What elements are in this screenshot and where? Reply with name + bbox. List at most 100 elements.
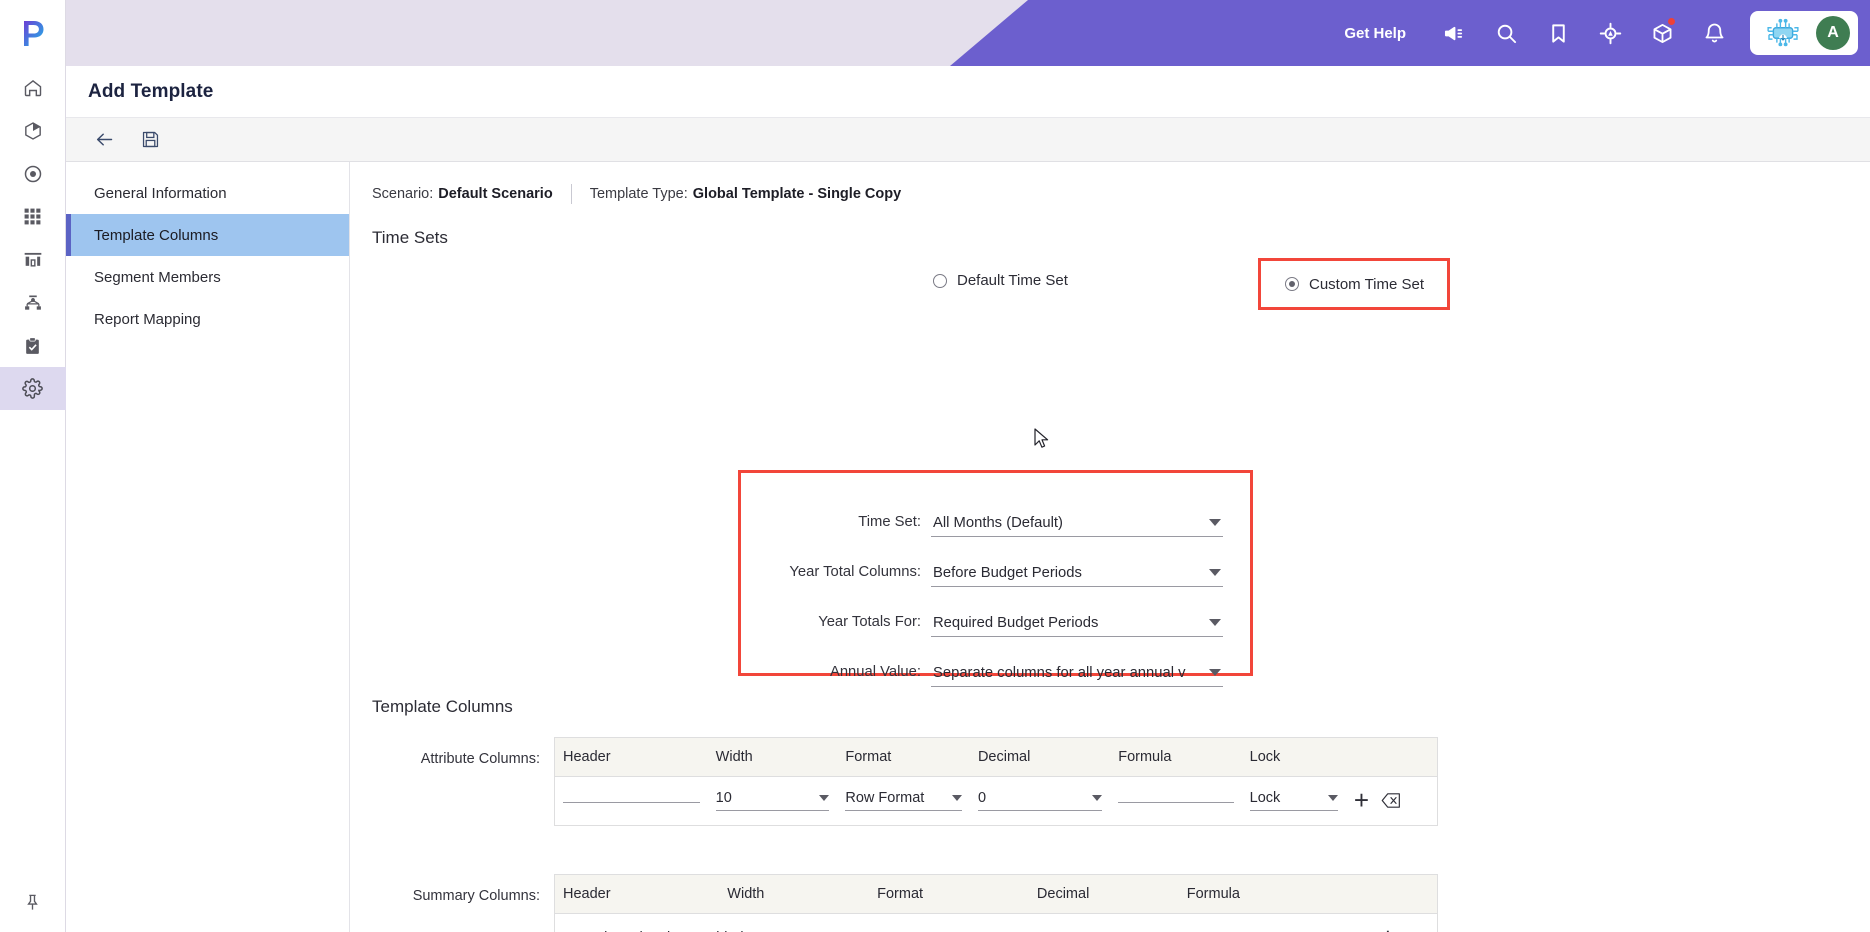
save-floppy-icon <box>142 131 158 148</box>
time-sets-heading: Time Sets <box>372 228 448 247</box>
attribute-columns-block: Attribute Columns: Header Width Format D… <box>350 737 1870 826</box>
left-icon-rail <box>0 0 66 932</box>
ai-chip-icon[interactable] <box>1762 16 1804 50</box>
time-set-value: All Months (Default) <box>933 515 1063 531</box>
sidebar-item-template-columns[interactable]: Template Columns <box>66 214 349 256</box>
lock-dropdown[interactable]: Lock <box>1249 790 1338 811</box>
col-header-format: Format <box>869 874 1029 914</box>
field-row-year-total-columns: Year Total Columns: Before Budget Period… <box>741 537 1250 587</box>
year-totals-for-value: Required Budget Periods <box>933 615 1099 631</box>
format-value: Row Format <box>845 789 925 806</box>
sidebar-item-report-mapping[interactable]: Report Mapping <box>66 298 349 340</box>
cell-decimal: 0 <box>970 777 1110 826</box>
hierarchy-icon <box>24 295 41 310</box>
header-input[interactable] <box>563 798 700 803</box>
cube-icon <box>24 121 41 140</box>
compass-button[interactable] <box>1584 0 1636 66</box>
year-totals-for-label: Year Totals For: <box>818 614 921 630</box>
announcement-icon <box>1444 26 1462 40</box>
sidebar-item-segment-members[interactable]: Segment Members <box>66 256 349 298</box>
chevron-down-icon <box>819 794 830 801</box>
bell-icon <box>1705 23 1723 42</box>
sidebar-item-reports[interactable] <box>0 238 66 281</box>
scenario-value: Default Scenario <box>438 186 553 202</box>
search-icon <box>1497 24 1516 43</box>
sidebar-item-grid[interactable] <box>0 195 66 238</box>
year-total-columns-dropdown[interactable]: Before Budget Periods <box>931 565 1223 587</box>
year-total-columns-value: Before Budget Periods <box>933 565 1082 581</box>
time-set-dropdown[interactable]: All Months (Default) <box>931 515 1223 537</box>
annual-value-label: Annual Value: <box>829 664 921 680</box>
radio-default-indicator <box>933 273 947 288</box>
col-header-formula: Formula <box>1178 874 1339 914</box>
sidebar-item-settings[interactable] <box>0 367 66 410</box>
radio-custom-label: Custom Time Set <box>1309 275 1425 293</box>
field-row-annual-value: Annual Value: Separate columns for all y… <box>741 637 1250 687</box>
app-logo[interactable] <box>0 0 66 66</box>
sidebar-item-models[interactable] <box>0 109 66 152</box>
summary-columns-table: Header Width Format Decimal Formula <box>554 874 1438 932</box>
format-dropdown[interactable]: Row Format <box>845 790 962 811</box>
sidebar-item-home[interactable] <box>0 66 66 109</box>
summary-actions-cell: + <box>1339 914 1438 932</box>
sidebar-item-tasks[interactable] <box>0 324 66 367</box>
cell-header <box>555 777 708 826</box>
announcement-button[interactable] <box>1428 0 1480 66</box>
body-area: General Information Template Columns Seg… <box>66 162 1870 932</box>
grid-icon <box>24 208 41 225</box>
decimal-dropdown[interactable]: 0 <box>977 790 1103 811</box>
cell-format: Row Format <box>837 777 970 826</box>
user-pill[interactable]: A <box>1750 11 1858 55</box>
get-help-button[interactable]: Get Help <box>1322 25 1428 42</box>
width-dropdown[interactable]: 10 <box>715 790 830 811</box>
col-header-actions <box>1338 874 1438 914</box>
year-totals-for-dropdown[interactable]: Required Budget Periods <box>931 615 1223 637</box>
add-summary-column-button[interactable]: + <box>1380 922 1395 932</box>
back-arrow-icon <box>96 133 112 146</box>
table-header-row: Header Width Format Decimal Formula Lock <box>554 737 1438 777</box>
back-button[interactable] <box>84 123 124 157</box>
sidebar-item-target[interactable] <box>0 152 66 195</box>
clipboard-check-icon <box>26 336 39 354</box>
sidebar-item-hierarchy[interactable] <box>0 281 66 324</box>
radio-custom-time-set-highlight[interactable]: Custom Time Set <box>1258 258 1450 310</box>
summary-columns-label: Summary Columns: <box>412 888 540 904</box>
bookmark-button[interactable] <box>1532 0 1584 66</box>
p-logo-icon <box>23 21 43 46</box>
save-button[interactable] <box>130 123 170 157</box>
annual-value-dropdown[interactable]: Separate columns for all year annual v <box>931 665 1223 687</box>
cell-formula <box>1110 777 1241 826</box>
col-header-decimal: Decimal <box>1028 874 1179 914</box>
nav-label: Segment Members <box>94 268 221 286</box>
chevron-down-icon <box>1209 568 1221 576</box>
formula-input[interactable] <box>1118 798 1234 803</box>
delete-attribute-column-button[interactable] <box>1381 792 1401 809</box>
home-icon <box>24 79 41 96</box>
col-header-decimal: Decimal <box>969 737 1111 777</box>
cell-width: 10 <box>708 777 838 826</box>
bar-chart-icon <box>24 252 41 267</box>
attribute-columns-label: Attribute Columns: <box>420 751 540 767</box>
template-side-nav: General Information Template Columns Seg… <box>66 162 350 932</box>
content-panel: Scenario: Default Scenario Template Type… <box>350 162 1870 932</box>
notifications-button[interactable] <box>1688 0 1740 66</box>
row-action-group: + <box>1354 787 1429 813</box>
cell-lock: Lock <box>1242 777 1346 826</box>
chevron-down-icon <box>1209 668 1221 676</box>
chevron-down-icon <box>1209 618 1221 626</box>
template-type-label: Template Type: <box>589 186 688 202</box>
year-total-columns-label: Year Total Columns: <box>789 564 921 580</box>
col-header-header: Header <box>554 737 708 777</box>
avatar[interactable]: A <box>1816 16 1850 50</box>
pin-menu-button[interactable] <box>0 872 66 932</box>
add-attribute-column-button[interactable]: + <box>1354 787 1369 813</box>
package-button[interactable] <box>1636 0 1688 66</box>
search-button[interactable] <box>1480 0 1532 66</box>
col-header-lock: Lock <box>1241 737 1346 777</box>
radio-default-time-set[interactable]: Default Time Set <box>933 272 1068 289</box>
table-row-empty: No Column has been added. + <box>555 914 1438 932</box>
sidebar-item-general-information[interactable]: General Information <box>66 172 349 214</box>
chevron-down-icon <box>1209 518 1221 526</box>
header-actions: Get Help A <box>1322 0 1858 66</box>
nav-label: General Information <box>94 184 227 202</box>
